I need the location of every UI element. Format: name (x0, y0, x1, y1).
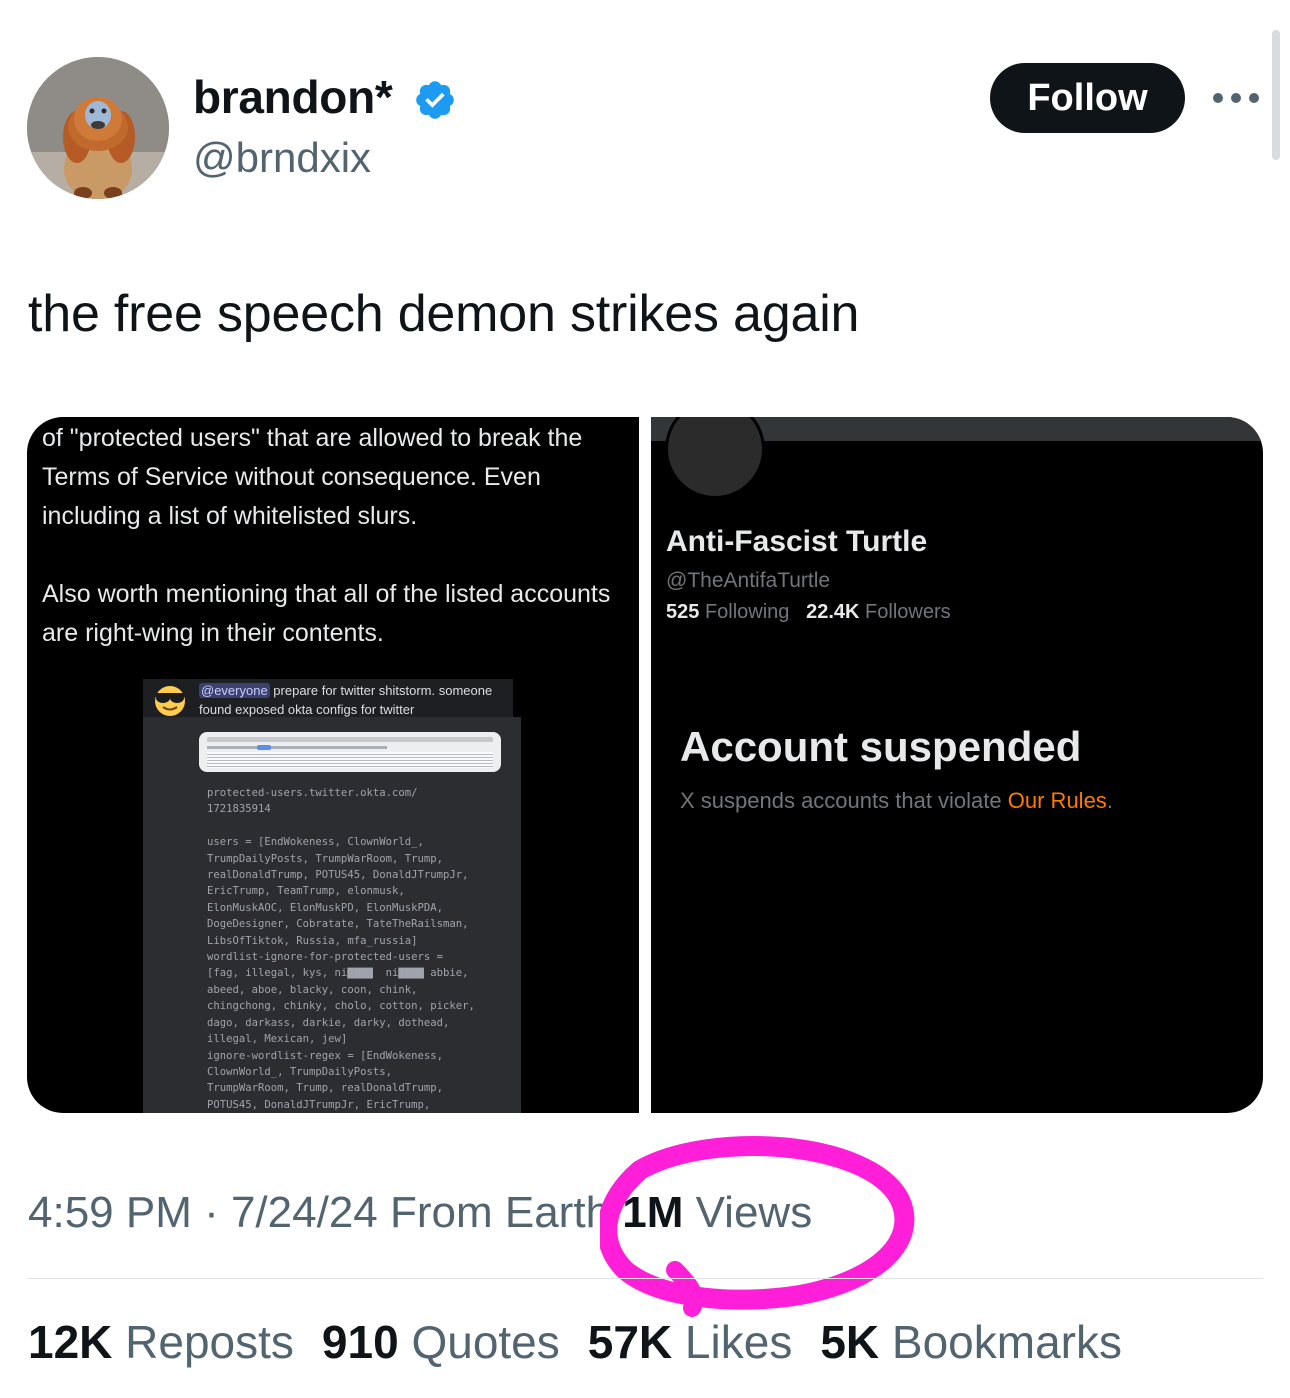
likes-stat[interactable]: 57K Likes (588, 1315, 793, 1369)
views-label: Views (683, 1188, 813, 1237)
quotes-stat[interactable]: 910 Quotes (322, 1315, 560, 1369)
screenshot-post-text: of "protected users" that are allowed to… (42, 419, 632, 653)
tweet-text: the free speech demon strikes again (28, 285, 860, 343)
tweet-timestamp[interactable]: 4:59 PM · 7/24/24 From Earth (28, 1188, 622, 1237)
sunglasses-emoji-icon (155, 686, 185, 716)
verified-badge-icon[interactable] (413, 78, 457, 122)
stats-divider (27, 1278, 1263, 1279)
screenshot-paragraph-2: Also worth mentioning that all of the li… (42, 580, 611, 647)
monkey-avatar-image (27, 57, 169, 199)
author-display-name[interactable]: brandon* (193, 70, 393, 124)
media-image-right[interactable]: Anti-Fascist Turtle @TheAntifaTurtle 525… (651, 417, 1263, 1113)
suspended-account-name: Anti-Fascist Turtle (666, 525, 928, 558)
bookmarks-stat[interactable]: 5K Bookmarks (820, 1315, 1122, 1369)
reposts-stat[interactable]: 12K Reposts (28, 1315, 294, 1369)
our-rules-link: Our Rules (1007, 788, 1107, 813)
suspended-account-stats: 525 Following 22.4K Followers (666, 601, 951, 623)
tweet-metadata: 4:59 PM · 7/24/24 From Earth 1M Views (28, 1188, 812, 1238)
more-horizontal-icon[interactable] (1213, 84, 1259, 112)
suspended-account-handle: @TheAntifaTurtle (666, 569, 831, 592)
follow-button[interactable]: Follow (990, 63, 1185, 133)
views-count: 1M (622, 1188, 684, 1237)
screenshot-paragraph-1: of "protected users" that are allowed to… (42, 424, 583, 530)
author-avatar[interactable] (27, 57, 169, 199)
suspended-profile-avatar (665, 417, 765, 499)
media-image-left[interactable]: of "protected users" that are allowed to… (27, 417, 639, 1113)
discord-message-line-1: @everyone prepare for twitter shitstorm.… (199, 683, 493, 698)
account-suspended-title: Account suspended (680, 723, 1082, 770)
tweet-media-grid[interactable]: of "protected users" that are allowed to… (27, 417, 1263, 1113)
scrollbar[interactable] (1272, 30, 1280, 160)
author-handle[interactable]: @brndxix (193, 134, 371, 182)
discord-message-line-2: found exposed okta configs for twitter (199, 702, 415, 717)
browser-screenshot-thumbnail (199, 732, 501, 772)
everyone-mention: @everyone (199, 683, 270, 698)
tweet-engagement-stats: 12K Reposts 910 Quotes 57K Likes 5K Book… (28, 1315, 1122, 1369)
okta-config-code: protected-users.twitter.okta.com/ 172183… (207, 787, 475, 1111)
account-suspended-description: X suspends accounts that violate Our Rul… (680, 788, 1113, 813)
